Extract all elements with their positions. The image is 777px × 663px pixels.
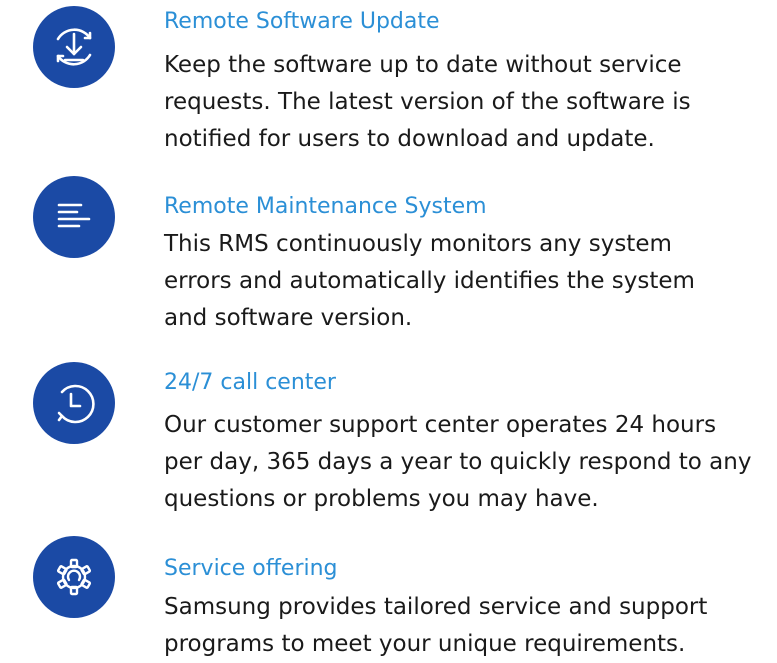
feature-title: 24/7 call center (164, 370, 336, 395)
description-line: Samsung provides tailored service and su… (164, 594, 708, 620)
description-line: requests. The latest version of the soft… (164, 89, 691, 115)
description-line: questions or problems you may have. (164, 486, 599, 512)
description-line: notified for users to download and updat… (164, 126, 655, 152)
gear-icon (33, 536, 115, 618)
description-line: Our customer support center operates 24 … (164, 412, 717, 438)
feature-description: Our customer support center operates 24 … (164, 407, 754, 518)
download-update-icon (33, 6, 115, 88)
feature-title: Remote Maintenance System (164, 194, 487, 219)
text-lines-icon (33, 176, 115, 258)
description-line: Keep the software up to date without ser… (164, 52, 682, 78)
description-line: and software version. (164, 305, 413, 331)
description-line: per day, 365 days a year to quickly resp… (164, 449, 752, 475)
description-line: programs to meet your unique requirement… (164, 631, 686, 657)
feature-description: This RMS continuously monitors any syste… (164, 226, 754, 337)
feature-description: Samsung provides tailored service and su… (164, 589, 754, 663)
feature-description: Keep the software up to date without ser… (164, 47, 754, 158)
feature-title: Remote Software Update (164, 9, 440, 34)
description-line: errors and automatically identifies the … (164, 268, 695, 294)
description-line: This RMS continuously monitors any syste… (164, 231, 672, 257)
clock-history-icon (33, 362, 115, 444)
feature-title: Service offering (164, 556, 338, 581)
